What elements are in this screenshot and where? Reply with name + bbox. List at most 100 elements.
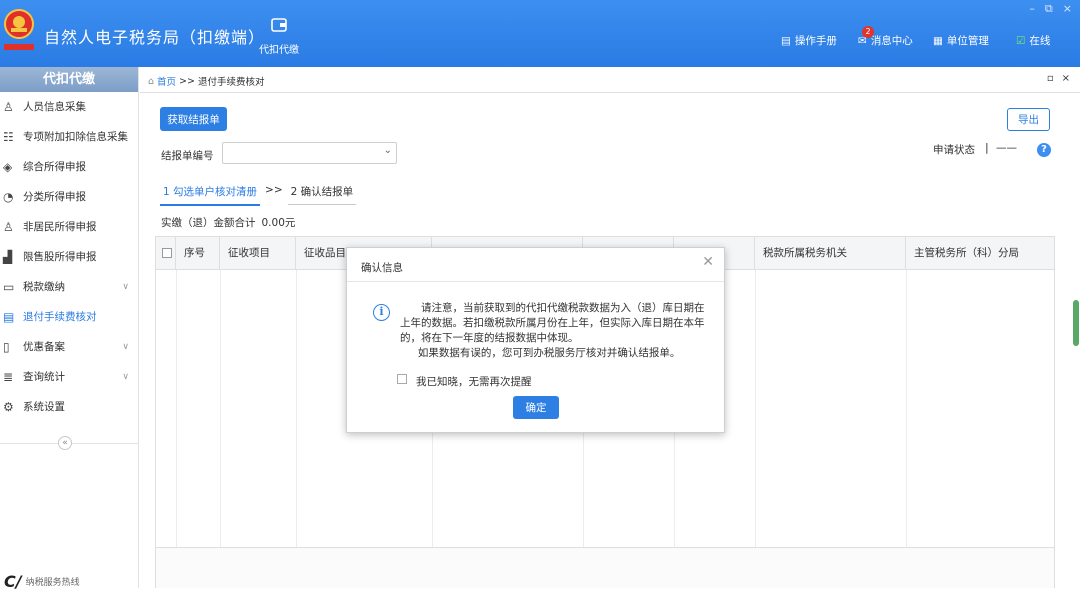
collapse-sidebar-button[interactable]: « bbox=[58, 436, 72, 450]
dont-remind-checkbox[interactable] bbox=[397, 374, 407, 384]
sidebar-item-label: 查询统计 bbox=[23, 371, 65, 383]
gear-icon: ⚙ bbox=[3, 400, 14, 414]
hotline-label: 纳税服务热线 bbox=[25, 578, 80, 588]
select-all-checkbox[interactable] bbox=[162, 248, 172, 258]
search-list-icon: ≣ bbox=[3, 370, 14, 384]
sidebar-item-label: 人员信息采集 bbox=[23, 101, 86, 113]
maximize-tab-icon[interactable]: ▫ bbox=[1047, 73, 1054, 84]
total-amount: 实缴（退）金额合计 0.00元 bbox=[161, 215, 295, 230]
total-label: 实缴（退）金额合计 bbox=[161, 217, 256, 229]
breadcrumb-current: 退付手续费核对 bbox=[197, 77, 265, 88]
help-icon[interactable]: ? bbox=[1037, 143, 1051, 157]
unit-mgmt-link[interactable]: ▦ 单位管理 bbox=[933, 33, 989, 48]
message-count-badge: 2 bbox=[862, 26, 874, 38]
dialog-header: 确认信息 ✕ bbox=[347, 248, 724, 282]
sidebar-item-label: 专项附加扣除信息采集 bbox=[23, 131, 128, 143]
col-branch-office: 主管税务所（科）分局 bbox=[914, 247, 1019, 259]
close-tab-icon[interactable]: × bbox=[1062, 73, 1070, 84]
online-status[interactable]: ☑ 在线 bbox=[1016, 33, 1050, 48]
sidebar-item-special-deduction[interactable]: ☷ 专项附加扣除信息采集 bbox=[0, 122, 138, 152]
ok-button[interactable]: 确定 bbox=[513, 396, 559, 419]
step-tabs: 1 勾选单户核对清册 >> 2 确认结报单 bbox=[160, 184, 357, 206]
form-icon: ▤ bbox=[3, 310, 15, 324]
table-footer bbox=[156, 547, 1054, 588]
wallet-icon: ▭ bbox=[3, 280, 15, 294]
sidebar-item-personnel[interactable]: ♙ 人员信息采集 bbox=[0, 92, 138, 122]
minimize-icon[interactable]: – bbox=[1029, 2, 1035, 16]
breadcrumb-sep: >> bbox=[179, 75, 195, 87]
sidebar-item-settings[interactable]: ⚙ 系统设置 bbox=[0, 392, 138, 422]
col-levy-item: 征收项目 bbox=[220, 237, 296, 270]
col-tax-authority: 税款所属税务机关 bbox=[755, 237, 906, 270]
dont-remind-label[interactable]: 我已知晓，无需再次提醒 bbox=[416, 374, 532, 389]
close-icon[interactable]: × bbox=[1063, 2, 1072, 16]
sidebar-header: 代扣代缴 bbox=[0, 67, 138, 92]
hotline: C/纳税服务热线 bbox=[4, 572, 80, 591]
tab-step-1[interactable]: 1 勾选单户核对清册 bbox=[160, 184, 261, 206]
restore-icon[interactable]: ⧉ bbox=[1045, 2, 1053, 16]
export-button[interactable]: 导出 bbox=[1007, 108, 1050, 131]
unit-mgmt-label: 单位管理 bbox=[946, 35, 989, 47]
pie-icon: ◔ bbox=[3, 190, 14, 204]
manual-label: 操作手册 bbox=[794, 35, 837, 47]
report-no-select[interactable]: ⌄ bbox=[222, 142, 397, 164]
hotline-logo-icon: C/ bbox=[4, 572, 22, 591]
col-index: 序号 bbox=[176, 237, 220, 270]
breadcrumb-bar: ⌂ 首页 >> 退付手续费核对 ▫ × bbox=[140, 67, 1080, 93]
sidebar-item-preferential[interactable]: ▯ 优惠备案 ∨ bbox=[0, 332, 138, 362]
grid-line bbox=[755, 270, 756, 547]
manual-link[interactable]: ▤ 操作手册 bbox=[781, 33, 837, 48]
online-label: 在线 bbox=[1029, 35, 1051, 47]
total-value: 0.00元 bbox=[261, 217, 296, 229]
sidebar-item-query[interactable]: ≣ 查询统计 ∨ bbox=[0, 362, 138, 392]
close-icon[interactable]: ✕ bbox=[702, 254, 714, 270]
message-center-label: 消息中心 bbox=[870, 35, 913, 47]
window-controls: – ⧉ × bbox=[1029, 2, 1072, 16]
sidebar: 代扣代缴 ♙ 人员信息采集 ☷ 专项附加扣除信息采集 ◈ 综合所得申报 ◔ 分类所得申报… bbox=[0, 67, 139, 591]
sidebar-item-fee-refund[interactable]: ▤ 退付手续费核对 bbox=[0, 302, 138, 332]
sidebar-item-comprehensive[interactable]: ◈ 综合所得申报 bbox=[0, 152, 138, 182]
breadcrumb-home[interactable]: 首页 bbox=[157, 74, 176, 88]
status-separator: | bbox=[985, 141, 989, 154]
person-icon: ♙ bbox=[3, 100, 14, 114]
sidebar-item-nonresident[interactable]: ♙ 非居民所得申报 bbox=[0, 212, 138, 242]
grid-list-icon: ☷ bbox=[3, 130, 14, 144]
grid-line bbox=[296, 270, 297, 547]
sidebar-item-tax-payment[interactable]: ▭ 税款缴纳 ∨ bbox=[0, 272, 138, 302]
building-icon: ▦ bbox=[933, 34, 943, 47]
title-bar: 自然人电子税务局（扣缴端） 代扣代缴 ▤ 操作手册 ✉ 消息中心 2 ▦ 单位管… bbox=[0, 0, 1080, 67]
sidebar-item-restricted-stock[interactable]: ▟ 限售股所得申报 bbox=[0, 242, 138, 272]
confirm-dialog: 确认信息 ✕ i 请注意，当前获取到的代扣代缴税款数据为入（退）库日期在上年的数… bbox=[346, 247, 725, 433]
fetch-report-button[interactable]: 获取结报单 bbox=[160, 107, 227, 131]
home-icon: ⌂ bbox=[148, 75, 155, 87]
step-separator: >> bbox=[265, 184, 283, 196]
tab-step-2[interactable]: 2 确认结报单 bbox=[287, 184, 357, 205]
wallet-icon bbox=[271, 18, 287, 32]
status-label: 申请状态 bbox=[933, 144, 975, 156]
sidebar-item-label: 限售股所得申报 bbox=[23, 251, 97, 263]
breadcrumb: ⌂ 首页 >> 退付手续费核对 bbox=[148, 74, 265, 89]
online-check-icon: ☑ bbox=[1016, 34, 1026, 47]
select-all-cell bbox=[156, 237, 176, 270]
vertical-scrollbar[interactable] bbox=[1073, 300, 1079, 346]
grid-line bbox=[220, 270, 221, 547]
chevron-down-icon: ∨ bbox=[122, 372, 129, 382]
info-icon: i bbox=[373, 304, 390, 321]
layers-icon: ◈ bbox=[3, 160, 13, 174]
chevron-down-icon: ⌄ bbox=[383, 145, 392, 156]
document-icon: ▯ bbox=[3, 340, 10, 354]
sidebar-item-label: 退付手续费核对 bbox=[23, 311, 97, 323]
dialog-title: 确认信息 bbox=[361, 262, 403, 274]
sidebar-item-classified[interactable]: ◔ 分类所得申报 bbox=[0, 182, 138, 212]
module-withholding[interactable]: 代扣代缴 bbox=[254, 16, 304, 56]
tab-controls: ▫ × bbox=[1047, 73, 1070, 84]
tax-emblem-icon bbox=[4, 9, 34, 50]
sidebar-item-label: 税款缴纳 bbox=[23, 281, 65, 293]
person-globe-icon: ♙ bbox=[3, 220, 14, 234]
sidebar-item-label: 非居民所得申报 bbox=[23, 221, 97, 233]
sidebar-item-label: 系统设置 bbox=[23, 401, 65, 413]
dialog-message: 请注意，当前获取到的代扣代缴税款数据为入（退）库日期在上年的数据。若扣缴税款所属… bbox=[400, 301, 712, 361]
chevron-down-icon: ∨ bbox=[122, 282, 129, 292]
dialog-message-1: 请注意，当前获取到的代扣代缴税款数据为入（退）库日期在上年的数据。若扣缴税款所属… bbox=[400, 302, 705, 344]
grid-line bbox=[906, 270, 907, 547]
